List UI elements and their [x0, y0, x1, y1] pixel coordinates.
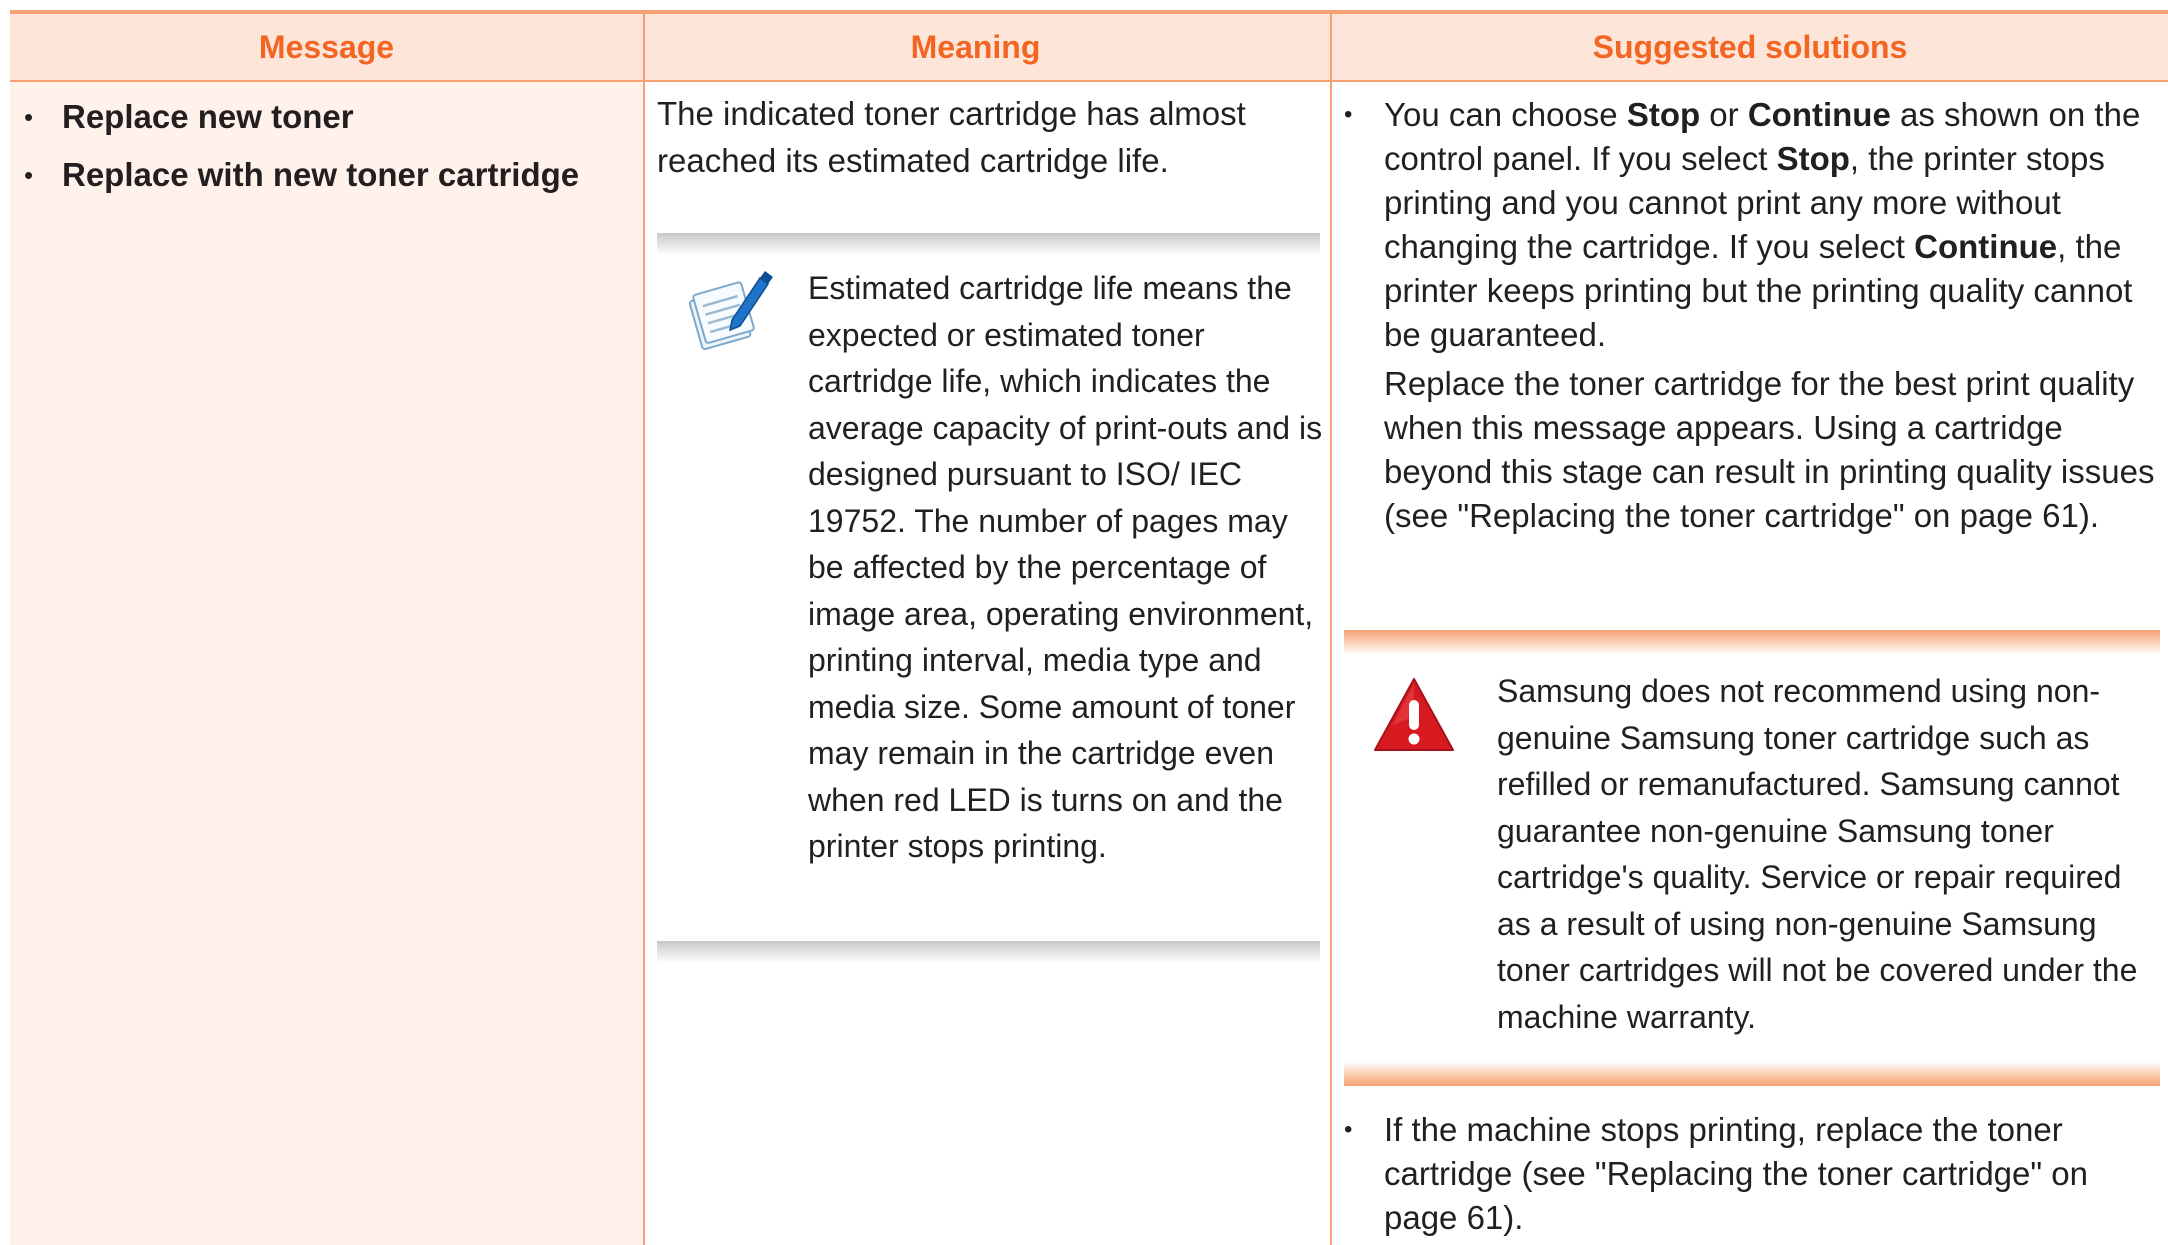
column-divider	[643, 14, 645, 1245]
warning-triangle-icon	[1372, 676, 1456, 759]
message-column	[10, 82, 643, 1245]
warning-top-bar	[1344, 630, 2160, 654]
solution-item: • If the machine stops printing, replace…	[1344, 1108, 2164, 1240]
meaning-text: The indicated toner cartridge has almost…	[657, 95, 1246, 179]
stop-label: Stop	[1626, 96, 1701, 133]
note-text: Estimated cartridge life means the expec…	[808, 270, 1323, 864]
solution-item: • You can choose Stop or Continue as sho…	[1344, 93, 2164, 357]
solution-paragraph: Replace the toner cartridge for the best…	[1344, 362, 2164, 538]
warning-text: Samsung does not recommend using non-gen…	[1497, 673, 2138, 1035]
continue-label: Continue	[1914, 228, 2058, 265]
message-list: Replace new toner Replace with new toner…	[24, 88, 579, 204]
list-item: Replace with new toner cartridge	[24, 146, 579, 204]
continue-label: Continue	[1747, 96, 1891, 133]
header-meaning: Meaning	[910, 28, 1041, 65]
note-bottom-bar	[657, 941, 1320, 963]
header-suggested-solutions: Suggested solutions	[1592, 28, 1908, 65]
note-pencil-icon	[686, 268, 774, 361]
stop-label: Stop	[1776, 140, 1850, 177]
column-divider	[1330, 14, 1332, 1245]
list-item: Replace new toner	[24, 88, 579, 146]
bullet: •	[1344, 101, 1353, 128]
solution-text: Replace the toner cartridge for the best…	[1384, 365, 2155, 534]
warning-bottom-bar	[1344, 1062, 2160, 1086]
note-top-bar	[657, 233, 1320, 255]
table-header: Message Meaning Suggested solutions	[10, 14, 2168, 82]
header-message: Message	[258, 28, 395, 65]
solution-text: If the machine stops printing, replace t…	[1384, 1111, 2088, 1236]
bullet: •	[1344, 1116, 1353, 1143]
